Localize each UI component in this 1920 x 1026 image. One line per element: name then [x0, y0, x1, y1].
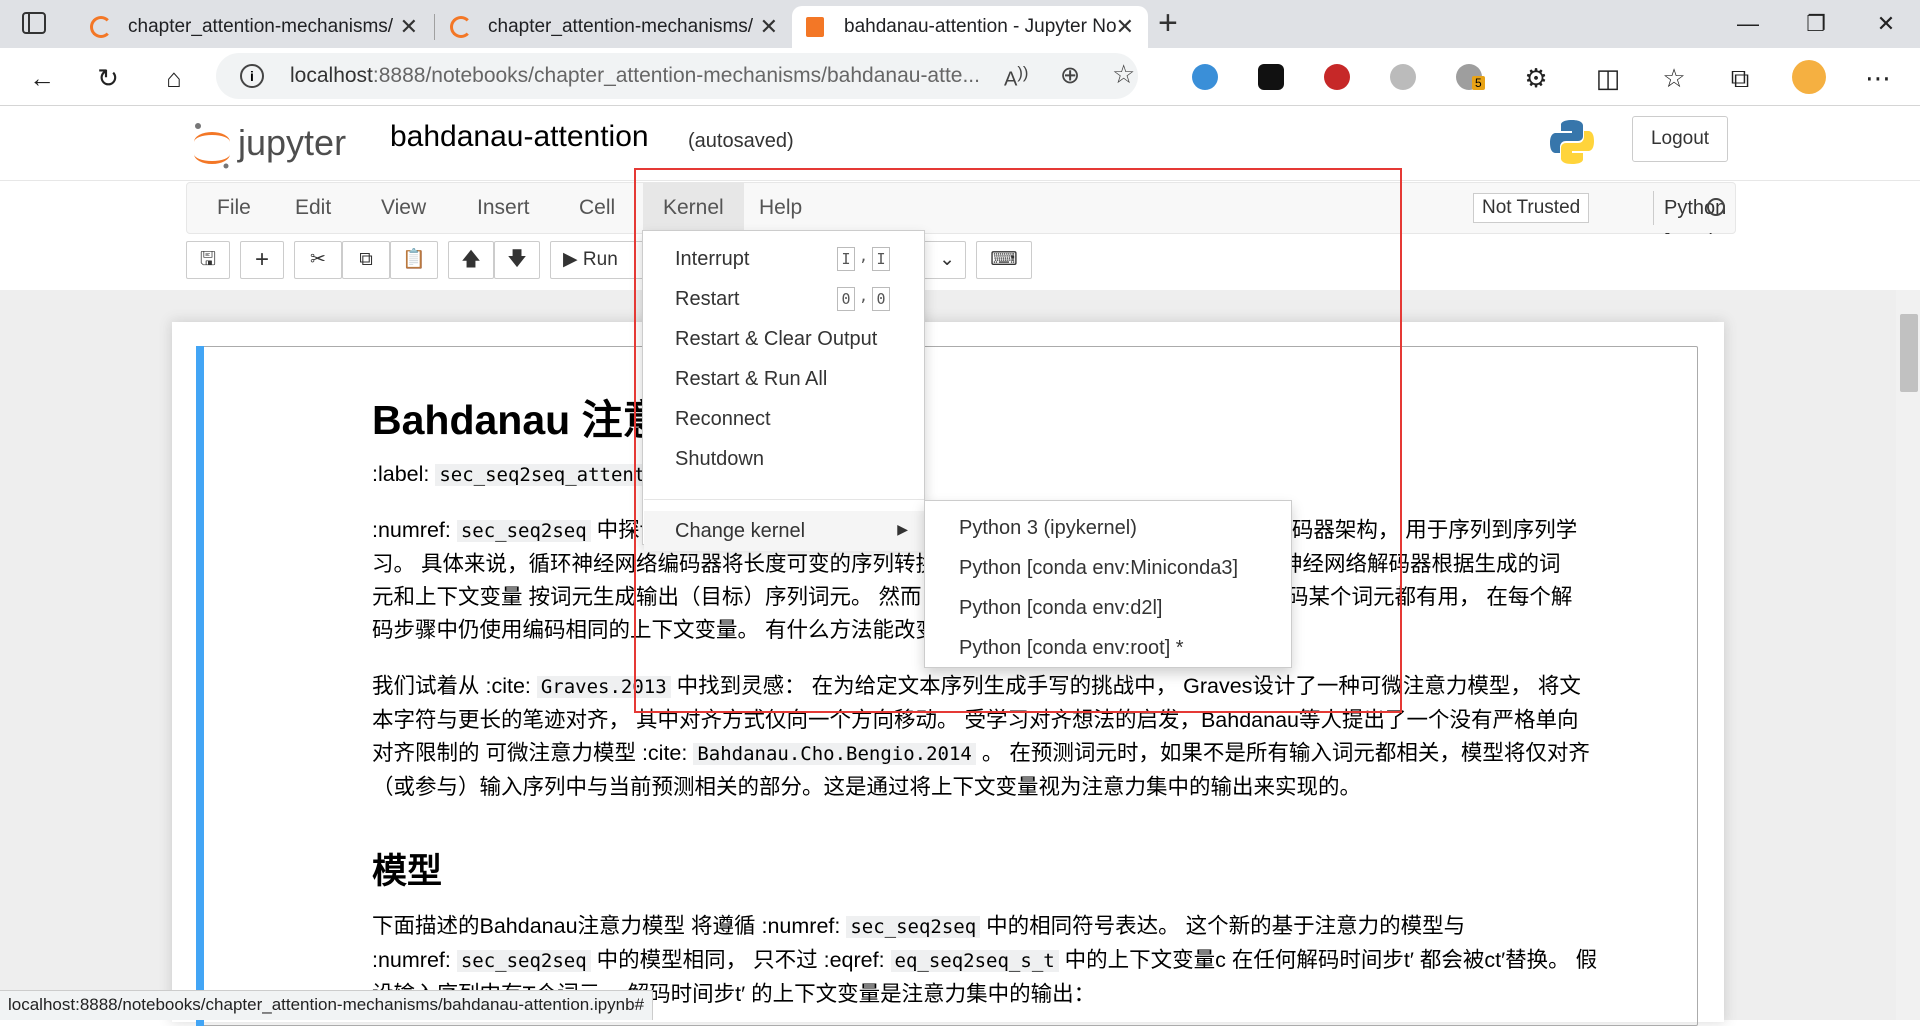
split-screen-icon[interactable]: ◫	[1590, 60, 1626, 96]
jupyter-favicon-icon	[90, 16, 112, 38]
url-text[interactable]: localhost:8888/notebooks/chapter_attenti…	[290, 64, 980, 88]
menu-insert[interactable]: Insert	[457, 183, 550, 233]
move-up-icon[interactable]: 🡅	[448, 241, 494, 279]
close-tab-icon[interactable]: ✕	[1116, 14, 1134, 40]
more-menu-icon[interactable]: ⋯	[1860, 60, 1896, 96]
menu-edit[interactable]: Edit	[275, 183, 351, 233]
menu-file[interactable]: File	[197, 183, 271, 233]
minimize-icon[interactable]: —	[1728, 8, 1768, 40]
browser-tab-1[interactable]: chapter_attention-mechanisms/ ✕	[76, 6, 432, 48]
collections-icon[interactable]: ⧉	[1722, 60, 1758, 96]
cut-icon[interactable]: ✂	[294, 241, 342, 279]
insert-cell-icon[interactable]: +	[240, 241, 284, 279]
logout-button[interactable]: Logout	[1632, 116, 1728, 162]
address-bar[interactable]: i localhost:8888/notebooks/chapter_atten…	[216, 53, 1138, 99]
close-tab-icon[interactable]: ✕	[400, 14, 418, 40]
status-url-bar: localhost:8888/notebooks/chapter_attenti…	[0, 990, 654, 1020]
heading-2: 模型	[372, 852, 443, 891]
extension-red-icon[interactable]	[1324, 64, 1350, 90]
python-logo-icon	[1548, 118, 1596, 166]
move-down-icon[interactable]: 🡇	[494, 241, 540, 279]
run-label: Run	[582, 249, 618, 270]
copy-icon[interactable]: ⧉	[342, 241, 390, 279]
tab-title: bahdanau-attention - Jupyter No	[844, 16, 1116, 37]
read-aloud-icon[interactable]: A))	[1004, 63, 1028, 92]
new-tab-button[interactable]: +	[1158, 4, 1178, 43]
extension-shield-icon[interactable]	[1192, 64, 1218, 90]
add-favorite-icon[interactable]: ☆	[1112, 59, 1135, 90]
autosave-status: (autosaved)	[688, 130, 794, 152]
kernel-idle-indicator-icon	[1707, 198, 1725, 216]
profile-avatar[interactable]	[1792, 60, 1826, 94]
notebook-title[interactable]: bahdanau-attention	[390, 120, 649, 154]
favorites-icon[interactable]: ☆	[1656, 60, 1692, 96]
browser-tab-2[interactable]: chapter_attention-mechanisms/ ✕	[436, 6, 792, 48]
notebook-favicon-icon	[806, 17, 824, 37]
jupyter-favicon-icon	[450, 16, 472, 38]
close-tab-icon[interactable]: ✕	[760, 14, 778, 40]
heading-1: Bahdanau 注意	[372, 397, 664, 443]
menu-cell[interactable]: Cell	[559, 183, 635, 233]
save-icon[interactable]: 🖫	[186, 241, 230, 279]
run-icon: ▶	[563, 249, 578, 270]
home-icon[interactable]: ⌂	[156, 60, 192, 96]
tab-title: chapter_attention-mechanisms/	[488, 16, 754, 37]
vertical-scrollbar[interactable]	[1896, 290, 1920, 1020]
paste-icon[interactable]: 📋	[390, 241, 438, 279]
extension-bird-icon[interactable]	[1390, 64, 1416, 90]
sidebar-toggle-icon[interactable]	[22, 12, 46, 34]
cell-selected-bar	[196, 346, 204, 1026]
browser-toolbar: ← ↻ ⌂ i localhost:8888/notebooks/chapter…	[0, 48, 1920, 106]
back-icon[interactable]: ←	[24, 60, 60, 96]
extension-badge-icon[interactable]: 5	[1456, 64, 1485, 90]
jupyter-wordmark: jupyter	[238, 122, 347, 163]
tab-title: chapter_attention-mechanisms/	[128, 16, 394, 37]
browser-tab-active[interactable]: bahdanau-attention - Jupyter No ✕	[792, 6, 1148, 48]
menu-view[interactable]: View	[361, 183, 446, 233]
restore-icon[interactable]: ❐	[1796, 8, 1836, 40]
site-info-icon[interactable]: i	[240, 64, 264, 88]
highlight-annotation-box	[634, 168, 1402, 713]
not-trusted-indicator[interactable]: Not Trusted	[1473, 193, 1590, 223]
extension-badge-count: 5	[1472, 76, 1485, 90]
refresh-icon[interactable]: ↻	[90, 60, 126, 96]
jupyter-logo[interactable]: jupyter	[190, 120, 370, 172]
close-window-icon[interactable]: ✕	[1866, 8, 1906, 40]
zoom-icon[interactable]: ⊕	[1060, 61, 1080, 90]
extension-mask-icon[interactable]	[1258, 64, 1284, 90]
browser-tab-bar: chapter_attention-mechanisms/ ✕ chapter_…	[0, 0, 1920, 48]
extensions-icon[interactable]: ⚙	[1518, 60, 1554, 96]
scrollbar-thumb[interactable]	[1900, 314, 1918, 392]
